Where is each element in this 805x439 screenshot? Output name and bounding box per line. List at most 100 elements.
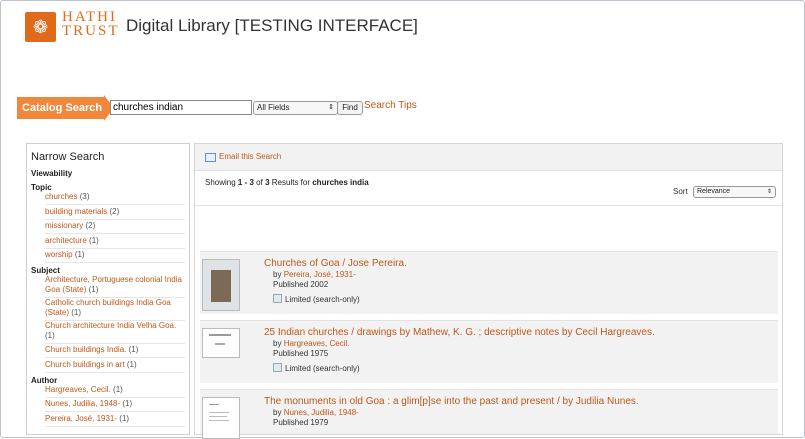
facet-count: (1) [126, 360, 137, 369]
narrow-search-panel: Narrow Search Viewability Topic churches… [26, 143, 190, 435]
search-input[interactable] [110, 100, 252, 115]
book-cover-thumbnail[interactable] [202, 259, 240, 311]
cover-text-line [209, 404, 219, 405]
facet-heading-viewability[interactable]: Viewability [31, 169, 72, 178]
facet-item[interactable]: Church buildings in art (1) [45, 360, 185, 373]
search-tips-link[interactable]: Search Tips [364, 100, 417, 111]
facet-item[interactable]: architecture (1) [45, 236, 185, 249]
magnifier-icon [273, 363, 282, 372]
availability-label: Limited (search-only) [285, 364, 360, 373]
facet-item[interactable]: Pereira, José, 1931- (1) [45, 414, 185, 427]
facet-item[interactable]: missionary (2) [45, 221, 185, 234]
magnifier-icon [273, 294, 282, 303]
results-panel: Email this Search Showing 1 - 3 of 3 Res… [194, 143, 783, 439]
facet-heading-subject: Subject [31, 266, 60, 275]
facet-count: (3) [79, 192, 90, 201]
facet-count: (1) [45, 331, 55, 340]
facet-label: architecture [45, 236, 87, 245]
result-byline: by Nunes, Judilia, 1948- [273, 408, 359, 417]
facet-count: (1) [88, 285, 99, 294]
email-bar: Email this Search [195, 144, 782, 171]
brand-line-1: HATHI [62, 9, 117, 25]
result-author-link[interactable]: Pereira, José, 1931- [284, 270, 356, 279]
facet-item[interactable]: Church architecture India Velha Goa. (1) [45, 321, 185, 344]
facet-label: Nunes, Judilia, 1948- [45, 399, 121, 408]
facet-item[interactable]: Nunes, Judilia, 1948- (1) [45, 399, 185, 412]
result-author-link[interactable]: Nunes, Judilia, 1948- [284, 408, 359, 417]
result-availability[interactable]: Limited (search-only) [273, 294, 360, 304]
email-search-link[interactable]: Email this Search [219, 152, 281, 161]
results-for-text: Results for [271, 178, 310, 187]
facet-count: (1) [119, 414, 130, 423]
results-range: 1 - 3 [237, 178, 254, 187]
facet-count: (1) [71, 308, 82, 317]
facet-item[interactable]: Architecture, Portuguese colonial India … [45, 275, 185, 298]
result-title-link[interactable]: Churches of Goa / Jose Pereira. [264, 258, 407, 269]
brand-line-2: TRUST [62, 23, 120, 39]
app-title: Digital Library [TESTING INTERFACE] [126, 16, 418, 35]
facet-item[interactable]: Church buildings India. (1) [45, 345, 185, 358]
facet-label: building materials [45, 207, 108, 216]
facet-label: worship [45, 250, 73, 259]
divider [195, 205, 782, 206]
results-total: 3 [265, 178, 270, 187]
select-arrows-icon: ⇕ [766, 189, 772, 195]
result-item: 25 Indian churches / drawings by Mathew,… [200, 320, 778, 383]
facet-label: missionary [45, 221, 84, 230]
book-cover-thumbnail[interactable] [202, 397, 240, 439]
by-word: by [273, 339, 282, 348]
cover-text-line [209, 412, 229, 413]
brand-wordmark[interactable]: HATHI TRUST [62, 9, 120, 39]
search-field-select[interactable]: All Fields ⇕ [253, 101, 338, 115]
facet-label: Church buildings India. [45, 345, 127, 354]
result-availability[interactable]: Limited (search-only) [273, 363, 360, 373]
book-cover-thumbnail[interactable] [202, 328, 240, 358]
facet-count: (1) [128, 345, 139, 354]
catalog-search-label: Catalog Search [17, 97, 104, 119]
query-echo: churches india [312, 178, 369, 187]
facet-item[interactable]: worship (1) [45, 250, 185, 263]
showing-prefix: Showing [205, 178, 236, 187]
facet-item[interactable]: building materials (2) [45, 207, 185, 220]
results-summary: Showing 1 - 3 of 3 Results for churches … [205, 178, 369, 187]
facet-heading-author: Author [31, 376, 58, 385]
result-published: Published 1975 [273, 349, 329, 358]
sort-label: Sort [673, 187, 688, 196]
facet-count: (2) [85, 221, 96, 230]
hathitrust-logo-icon[interactable]: ❁ [25, 12, 56, 42]
find-button[interactable]: Find [337, 101, 363, 115]
result-item: The monuments in old Goa : a glim[p]se i… [200, 389, 778, 439]
of-word: of [256, 178, 263, 187]
result-published: Published 2002 [273, 280, 329, 289]
result-author-link[interactable]: Hargreaves, Cecil. [284, 339, 350, 348]
facet-label: Catholic church buildings India Goa (Sta… [45, 298, 171, 317]
result-title-link[interactable]: 25 Indian churches / drawings by Mathew,… [264, 327, 655, 338]
availability-label: Limited (search-only) [285, 295, 360, 304]
result-byline: by Hargreaves, Cecil. [273, 339, 350, 348]
result-item: Churches of Goa / Jose Pereira. by Perei… [200, 251, 778, 314]
facet-label: Pereira, José, 1931- [45, 414, 118, 423]
facet-label: Church architecture India Velha Goa. [45, 321, 177, 330]
by-word: by [273, 270, 282, 279]
facet-label: Architecture, Portuguese colonial India … [45, 275, 182, 294]
facet-count: (1) [89, 236, 99, 245]
facet-heading-topic: Topic [31, 183, 52, 192]
cover-text-line [209, 334, 231, 336]
facet-item[interactable]: churches (3) [45, 192, 185, 205]
cover-text-line [215, 343, 225, 345]
by-word: by [273, 408, 282, 417]
sort-select[interactable]: Relevance ⇕ [693, 186, 776, 198]
facet-count: (1) [113, 385, 123, 394]
cover-text-line [209, 416, 227, 417]
facet-item[interactable]: Catholic church buildings India Goa (Sta… [45, 298, 185, 321]
select-arrows-icon: ⇕ [328, 104, 334, 111]
facet-count: (1) [74, 250, 85, 259]
facet-label: Hargreaves, Cecil. [45, 385, 111, 394]
result-title-link[interactable]: The monuments in old Goa : a glim[p]se i… [264, 396, 639, 407]
email-icon[interactable] [205, 153, 216, 162]
facet-item[interactable]: Hargreaves, Cecil. (1) [45, 385, 185, 398]
search-field-value: All Fields [257, 103, 290, 112]
cover-art-icon [211, 270, 231, 302]
cover-text-line [209, 420, 229, 421]
facet-count: (2) [109, 207, 120, 216]
